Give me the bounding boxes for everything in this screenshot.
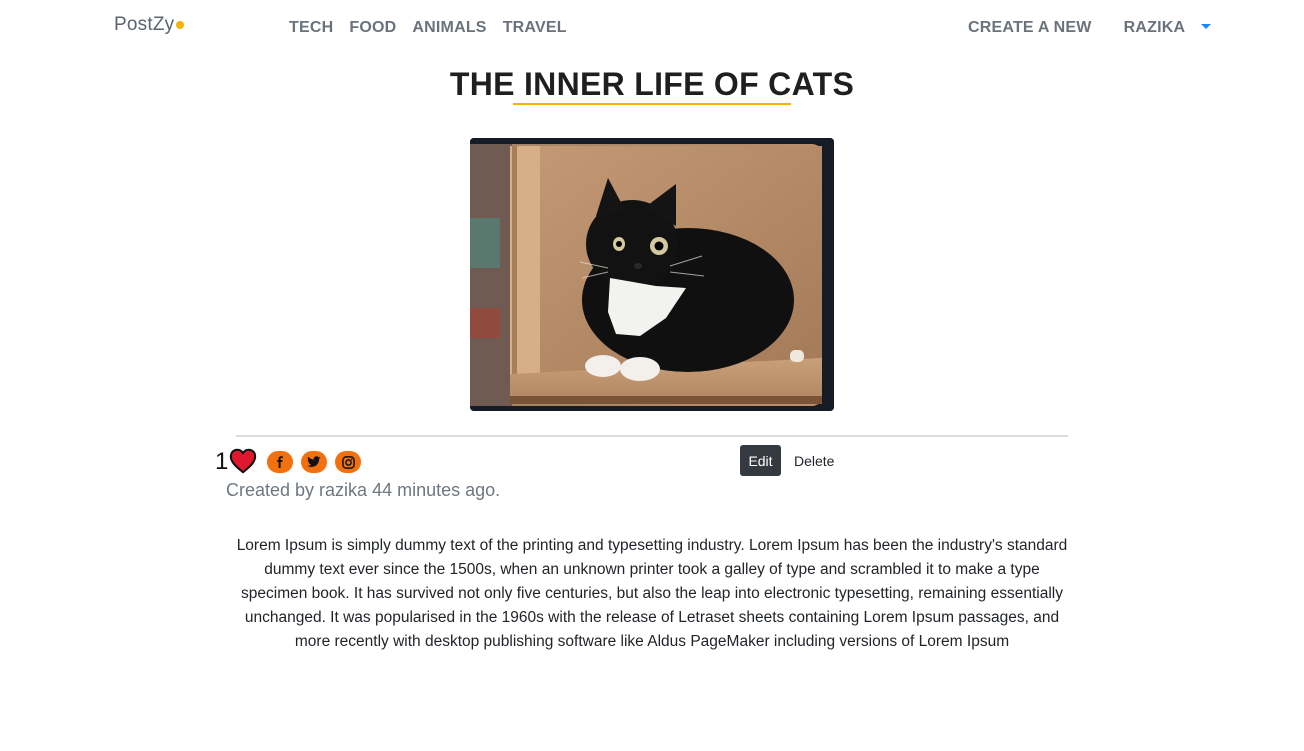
post-title: THE INNER LIFE OF CATS [449, 66, 855, 102]
create-new-link[interactable]: CREATE A NEW [968, 19, 1092, 37]
twitter-icon [307, 456, 321, 467]
nav-item-animals[interactable]: ANIMALS [412, 19, 486, 37]
facebook-share-button[interactable] [267, 451, 294, 473]
divider [236, 435, 1068, 437]
nav-item-tech[interactable]: TECH [289, 19, 333, 37]
instagram-share-button[interactable] [335, 451, 362, 473]
facebook-icon [277, 456, 284, 468]
brand-logo[interactable]: PostZy [114, 14, 185, 36]
edit-button[interactable]: Edit [740, 445, 781, 476]
twitter-share-button[interactable] [301, 451, 328, 473]
cat-photo [470, 138, 834, 411]
user-name: RAZIKA [1123, 19, 1186, 36]
user-menu-toggle[interactable]: RAZIKA [1124, 19, 1212, 37]
brand-dot [176, 21, 185, 29]
user-nav: CREATE A NEW RAZIKA [968, 19, 1212, 37]
instagram-icon [342, 455, 355, 469]
heart-icon[interactable] [229, 448, 257, 474]
category-nav: TECH FOOD ANIMALS TRAVEL [289, 19, 567, 37]
nav-item-food[interactable]: FOOD [349, 19, 396, 37]
post-meta: Created by razika 44 minutes ago. [226, 480, 501, 500]
engagement-bar: 1 [215, 448, 362, 476]
delete-button[interactable]: Delete [788, 445, 840, 476]
post-body: Lorem Ipsum is simply dummy text of the … [236, 537, 1068, 650]
brand-name: PostZy [114, 14, 175, 35]
post-image [470, 138, 834, 411]
nav-item-travel[interactable]: TRAVEL [503, 19, 567, 37]
chevron-down-icon [1201, 24, 1212, 29]
title-underline [513, 103, 791, 105]
like-count: 1 [215, 448, 229, 475]
